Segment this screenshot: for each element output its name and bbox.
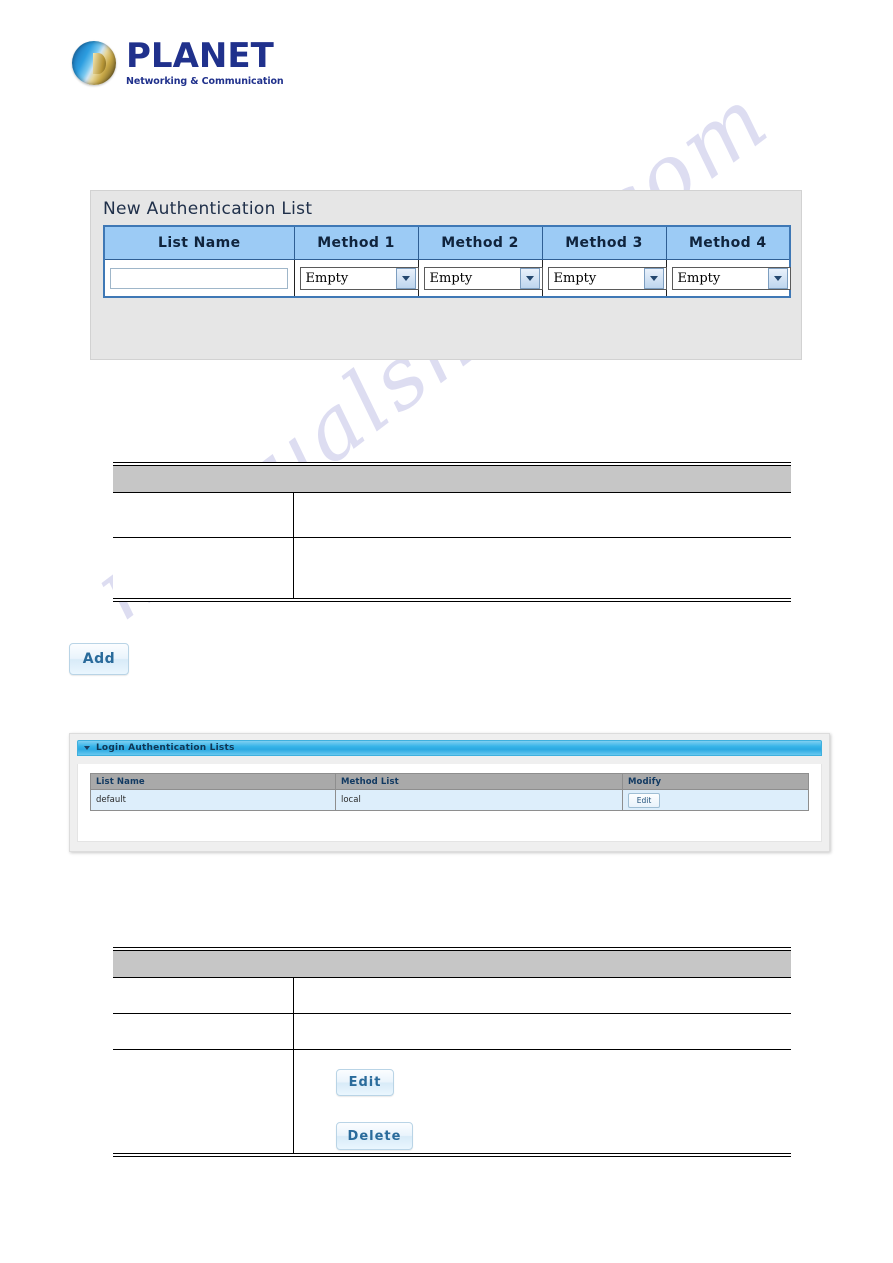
- delete-button-inline[interactable]: Delete: [336, 1122, 413, 1150]
- table-row: [113, 977, 791, 1014]
- upper-parameter-table: [113, 462, 791, 602]
- chevron-down-icon: [643, 267, 664, 289]
- brand-name: PLANET: [126, 36, 274, 76]
- cell-object: [113, 492, 294, 538]
- column-header-method-list: Method List: [335, 773, 623, 790]
- table-row: [113, 1049, 791, 1153]
- method-1-value: Empty: [305, 270, 349, 286]
- column-header-description: [293, 466, 791, 493]
- cell-method-2: Empty: [417, 259, 543, 298]
- cell-description: [293, 537, 791, 598]
- chevron-down-icon: [767, 267, 788, 289]
- column-header-method-4: Method 4: [665, 225, 791, 260]
- column-header-method-2: Method 2: [417, 225, 543, 260]
- table-row: [113, 1013, 791, 1050]
- column-header-object: [113, 951, 293, 978]
- cell-description: [293, 1013, 791, 1050]
- method-4-select[interactable]: Empty: [671, 266, 791, 290]
- cell-object: [113, 1049, 294, 1153]
- cell-method-4: Empty: [665, 259, 791, 298]
- add-button-inline[interactable]: Add: [69, 643, 129, 675]
- chevron-down-icon: [395, 267, 416, 289]
- edit-button-inline[interactable]: Edit: [336, 1069, 394, 1096]
- brand-logo: PLANET Networking & Communication: [72, 36, 284, 87]
- column-header-method-3: Method 3: [541, 225, 667, 260]
- column-header-list-name: List Name: [90, 773, 336, 790]
- chevron-down-icon: [519, 267, 540, 289]
- column-header-description: [293, 951, 791, 978]
- table-header-row: List Name Method List Modify: [90, 773, 809, 790]
- panel-header[interactable]: Login Authentication Lists: [77, 740, 822, 756]
- edit-button[interactable]: Edit: [628, 792, 660, 808]
- method-2-select[interactable]: Empty: [423, 266, 543, 290]
- cell-modify: Edit: [622, 789, 809, 811]
- method-4-value: Empty: [677, 270, 721, 286]
- cell-method-list: local: [335, 789, 623, 811]
- cell-list-name: default: [90, 789, 336, 811]
- list-name-input[interactable]: [110, 267, 289, 289]
- cell-object: [113, 977, 294, 1014]
- table-header-row: [113, 951, 791, 978]
- planet-globe-icon: [72, 41, 116, 86]
- cell-description: [293, 977, 791, 1014]
- cell-method-3: Empty: [541, 259, 667, 298]
- cell-list-name: [103, 259, 295, 298]
- brand-text-block: PLANET Networking & Communication: [126, 36, 284, 87]
- login-authentication-lists-panel: Login Authentication Lists List Name Met…: [69, 733, 830, 852]
- login-authentication-lists-table: List Name Method List Modify default loc…: [90, 773, 809, 811]
- column-header-modify: Modify: [622, 773, 809, 790]
- table-bottom-rule: [113, 1156, 791, 1157]
- column-header-list-name: List Name: [103, 225, 295, 260]
- lower-parameter-table: [113, 947, 791, 1157]
- table-row: default local Edit: [90, 789, 809, 811]
- panel-header-label: Login Authentication Lists: [96, 743, 235, 753]
- method-3-value: Empty: [553, 270, 597, 286]
- chevron-down-icon[interactable]: [84, 746, 90, 750]
- panel-title: New Authentication List: [103, 199, 313, 219]
- column-header-method-1: Method 1: [293, 225, 419, 260]
- table-row: Empty Empty Empty Empty: [103, 259, 791, 298]
- column-header-object: [113, 466, 293, 493]
- cell-object: [113, 1013, 294, 1050]
- panel-body: List Name Method List Modify default loc…: [77, 764, 822, 842]
- table-bottom-rule: [113, 601, 791, 602]
- brand-tagline: Networking & Communication: [126, 75, 284, 87]
- table-header-row: [113, 466, 791, 493]
- cell-object: [113, 537, 294, 598]
- table-row: [113, 492, 791, 538]
- cell-description: [293, 492, 791, 538]
- table-header-row: List Name Method 1 Method 2 Method 3 Met…: [103, 225, 791, 260]
- method-1-select[interactable]: Empty: [299, 266, 419, 290]
- table-row: [113, 537, 791, 598]
- new-authentication-list-table: List Name Method 1 Method 2 Method 3 Met…: [103, 225, 791, 298]
- method-2-value: Empty: [429, 270, 473, 286]
- method-3-select[interactable]: Empty: [547, 266, 667, 290]
- new-authentication-list-panel: New Authentication List List Name Method…: [90, 190, 802, 360]
- cell-method-1: Empty: [293, 259, 419, 298]
